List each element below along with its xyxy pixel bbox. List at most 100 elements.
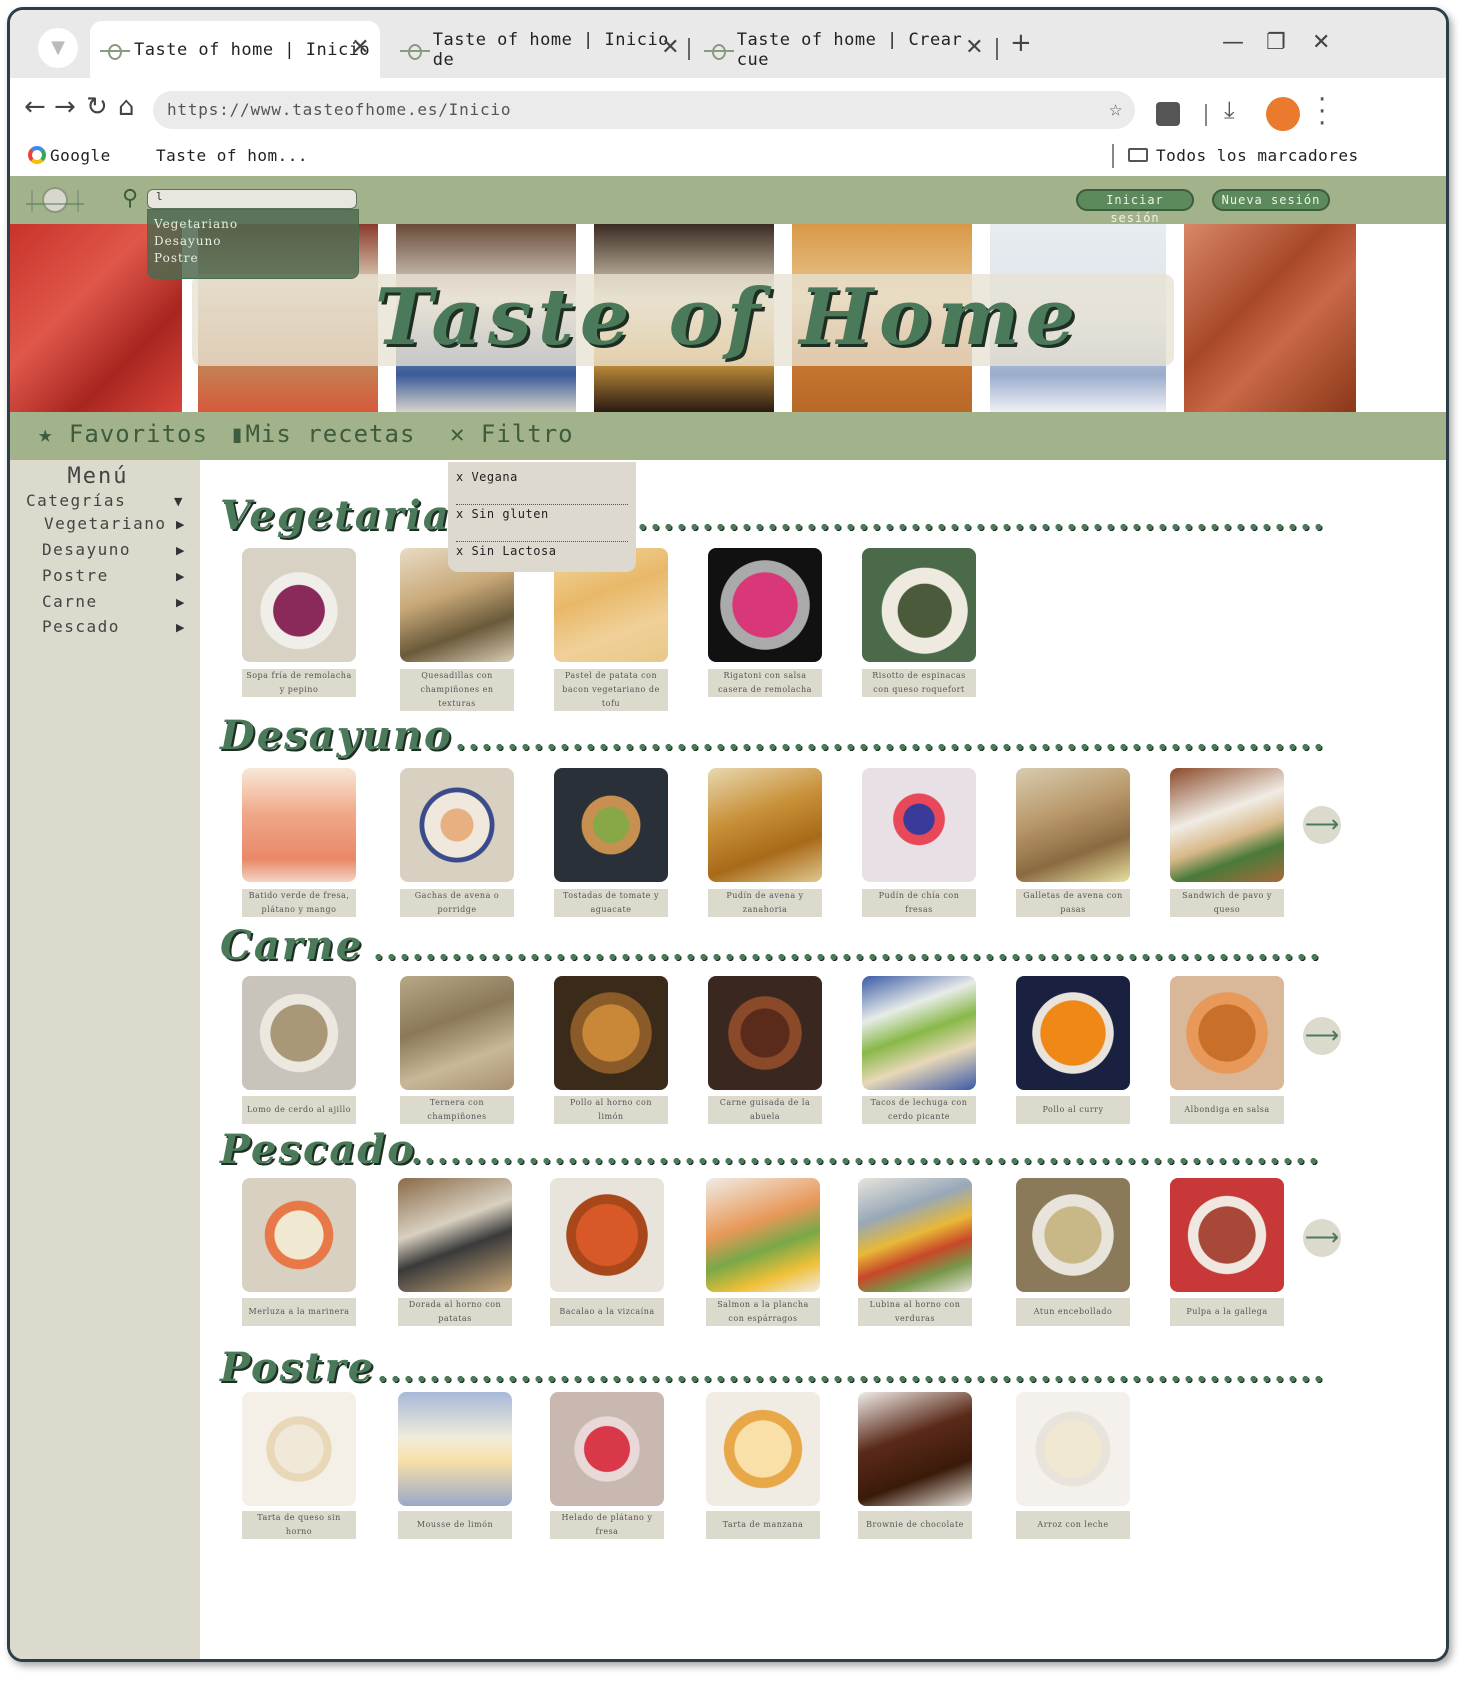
recipe-label[interactable]: Quesadillas con champiñones en texturas bbox=[400, 669, 514, 711]
recipe-label[interactable]: Dorada al horno con patatas bbox=[398, 1298, 512, 1326]
recipe-image[interactable] bbox=[706, 1178, 820, 1292]
nav-favoritos[interactable]: ★ Favoritos bbox=[38, 420, 208, 448]
login-button[interactable]: Iniciar sesión bbox=[1076, 189, 1194, 225]
recipe-image[interactable] bbox=[1016, 768, 1130, 882]
recipe-label[interactable]: Mousse de limón bbox=[398, 1511, 512, 1539]
search-icon[interactable]: ⚲ bbox=[122, 186, 138, 211]
recipe-label[interactable]: Carne guisada de la abuela bbox=[708, 1096, 822, 1124]
arrow-right-icon[interactable]: ⟶ bbox=[1303, 806, 1341, 844]
recipe-label[interactable]: Brownie de chocolate bbox=[858, 1511, 972, 1539]
download-icon[interactable]: ⤓ bbox=[1224, 96, 1235, 124]
caret-right-icon[interactable]: ▶ bbox=[176, 518, 184, 531]
caret-right-icon[interactable]: ▶ bbox=[176, 596, 184, 609]
nav-mis-recetas[interactable]: ▮Mis recetas bbox=[230, 420, 415, 448]
recipe-image[interactable] bbox=[242, 976, 356, 1090]
suggestion-item[interactable]: Postre bbox=[154, 250, 352, 267]
close-icon[interactable]: ✕ bbox=[661, 35, 680, 60]
caret-right-icon[interactable]: ▶ bbox=[176, 544, 184, 557]
sidebar-item-postre[interactable]: Postre bbox=[42, 566, 109, 585]
new-tab-icon[interactable]: + bbox=[1010, 28, 1032, 58]
forward-icon[interactable]: → bbox=[54, 92, 76, 122]
recipe-label[interactable]: Pastel de patata con bacon vegetariano d… bbox=[554, 669, 668, 711]
recipe-image[interactable] bbox=[398, 1392, 512, 1506]
tab-search-button[interactable]: ▼ bbox=[38, 28, 78, 68]
new-session-button[interactable]: Nueva sesión bbox=[1212, 189, 1330, 211]
sidebar-item-desayuno[interactable]: Desayuno bbox=[42, 540, 131, 559]
suggestion-item[interactable]: Desayuno bbox=[154, 233, 352, 250]
bookmark-google[interactable]: Google bbox=[28, 146, 111, 165]
recipe-label[interactable]: Merluza a la marinera bbox=[242, 1298, 356, 1326]
caret-down-icon[interactable]: ▼ bbox=[174, 495, 182, 508]
recipe-label[interactable]: Pulpa a la gallega bbox=[1170, 1298, 1284, 1326]
sidebar-item-vegetariano[interactable]: Vegetariano bbox=[44, 514, 166, 533]
recipe-image[interactable] bbox=[242, 1178, 356, 1292]
caret-right-icon[interactable]: ▶ bbox=[176, 570, 184, 583]
recipe-label[interactable]: Pudín de chía con fresas bbox=[862, 889, 976, 917]
recipe-image[interactable] bbox=[862, 768, 976, 882]
tab-inicio-de[interactable]: Taste of home | Inicio de ✕ bbox=[390, 21, 690, 78]
recipe-image[interactable] bbox=[708, 548, 822, 662]
window-close-icon[interactable]: ✕ bbox=[1312, 30, 1330, 55]
recipe-label[interactable]: Atun encebollado bbox=[1016, 1298, 1130, 1326]
back-icon[interactable]: ← bbox=[24, 92, 46, 122]
home-icon[interactable]: ⌂ bbox=[118, 92, 135, 122]
extensions-icon[interactable] bbox=[1156, 102, 1180, 126]
recipe-image[interactable] bbox=[554, 768, 668, 882]
recipe-label[interactable]: Batido verde de fresa, plátano y mango bbox=[242, 889, 356, 917]
arrow-right-icon[interactable]: ⟶ bbox=[1303, 1219, 1341, 1257]
recipe-image[interactable] bbox=[400, 976, 514, 1090]
bookmark-star-icon[interactable]: ☆ bbox=[1109, 91, 1123, 129]
recipe-label[interactable]: Pudín de avena y zanahoria bbox=[708, 889, 822, 917]
bookmark-taste-of-home[interactable]: Taste of hom... bbox=[126, 146, 308, 165]
recipe-label[interactable]: Lubina al horno con verduras bbox=[858, 1298, 972, 1326]
recipe-label[interactable]: Salmon a la plancha con espárragos bbox=[706, 1298, 820, 1326]
tab-inicio[interactable]: Taste of home | Inicio ✕ bbox=[90, 21, 380, 78]
recipe-image[interactable] bbox=[1170, 976, 1284, 1090]
recipe-label[interactable]: Albondiga en salsa bbox=[1170, 1096, 1284, 1124]
recipe-image[interactable] bbox=[1170, 768, 1284, 882]
restore-icon[interactable]: ❐ bbox=[1266, 30, 1286, 55]
recipe-image[interactable] bbox=[706, 1392, 820, 1506]
nav-filtro[interactable]: ✕ Filtro bbox=[450, 420, 574, 448]
reload-icon[interactable]: ↻ bbox=[86, 92, 108, 122]
all-bookmarks[interactable]: Todos los marcadores bbox=[1128, 146, 1359, 165]
recipe-label[interactable]: Tacos de lechuga con cerdo picante bbox=[862, 1096, 976, 1124]
recipe-image[interactable] bbox=[242, 768, 356, 882]
minimize-icon[interactable]: — bbox=[1222, 30, 1244, 55]
recipe-image[interactable] bbox=[858, 1178, 972, 1292]
recipe-image[interactable] bbox=[1016, 1392, 1130, 1506]
recipe-label[interactable]: Tarta de manzana bbox=[706, 1511, 820, 1539]
recipe-image[interactable] bbox=[554, 976, 668, 1090]
recipe-label[interactable]: Rigatoni con salsa casera de remolacha bbox=[708, 669, 822, 697]
recipe-image[interactable] bbox=[862, 548, 976, 662]
search-input[interactable]: l bbox=[147, 189, 357, 209]
recipe-image[interactable] bbox=[400, 768, 514, 882]
recipe-label[interactable]: Sandwich de pavo y queso bbox=[1170, 889, 1284, 917]
recipe-label[interactable]: Risotto de espinacas con queso roquefort bbox=[862, 669, 976, 697]
recipe-image[interactable] bbox=[1016, 1178, 1130, 1292]
caret-right-icon[interactable]: ▶ bbox=[176, 621, 184, 634]
recipe-label[interactable]: Helado de plátano y fresa bbox=[550, 1511, 664, 1539]
recipe-image[interactable] bbox=[242, 1392, 356, 1506]
recipe-label[interactable]: Pollo al horno con limón bbox=[554, 1096, 668, 1124]
recipe-label[interactable]: Pollo al curry bbox=[1016, 1096, 1130, 1124]
close-icon[interactable]: ✕ bbox=[965, 35, 984, 60]
recipe-image[interactable] bbox=[1170, 1178, 1284, 1292]
tab-crear-cuenta[interactable]: Taste of home | Crear cue ✕ bbox=[694, 21, 994, 78]
recipe-image[interactable] bbox=[398, 1178, 512, 1292]
recipe-image[interactable] bbox=[708, 976, 822, 1090]
profile-avatar[interactable] bbox=[1266, 97, 1300, 131]
sidebar-categories[interactable]: Categrías bbox=[26, 491, 126, 510]
recipe-image[interactable] bbox=[550, 1178, 664, 1292]
recipe-label[interactable]: Sopa fría de remolacha y pepino bbox=[242, 669, 356, 697]
filter-option[interactable]: x Sin gluten bbox=[456, 505, 628, 542]
recipe-label[interactable]: Tostadas de tomate y aguacate bbox=[554, 889, 668, 917]
close-icon[interactable]: ✕ bbox=[351, 35, 370, 60]
recipe-image[interactable] bbox=[1016, 976, 1130, 1090]
recipe-image[interactable] bbox=[550, 1392, 664, 1506]
recipe-label[interactable]: Gachas de avena o porridge bbox=[400, 889, 514, 917]
recipe-image[interactable] bbox=[242, 548, 356, 662]
site-logo[interactable] bbox=[24, 182, 86, 218]
more-menu-icon[interactable]: · · · bbox=[1318, 87, 1326, 137]
address-bar[interactable]: https://www.tasteofhome.es/Inicio ☆ bbox=[153, 91, 1135, 129]
